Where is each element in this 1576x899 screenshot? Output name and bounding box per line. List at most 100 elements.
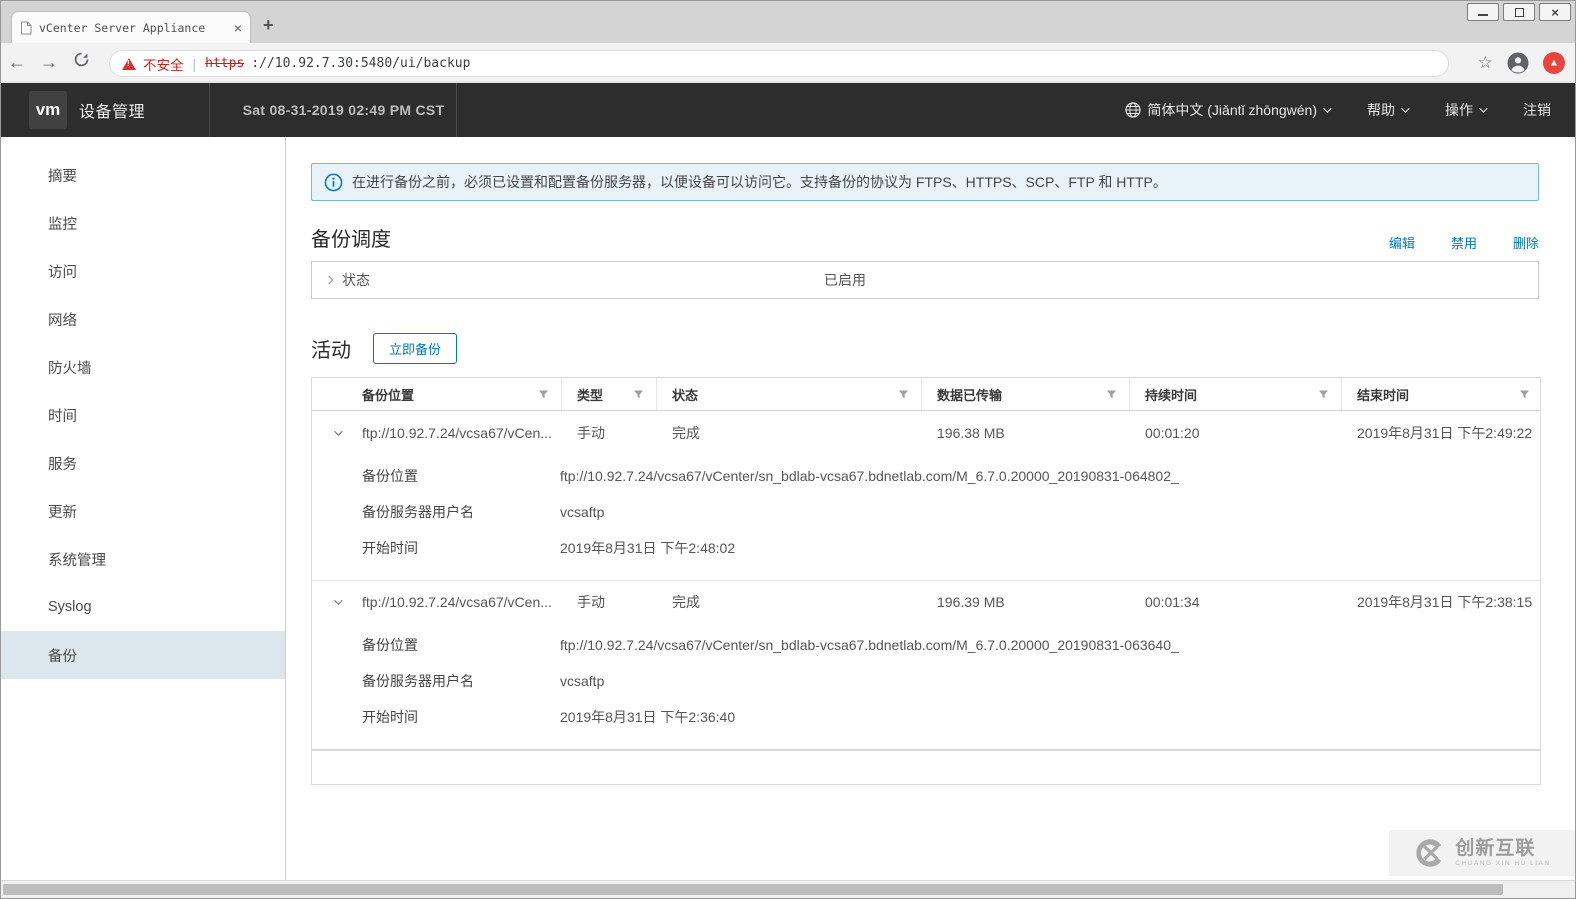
tab-close-icon[interactable]: × [234,21,242,35]
chevron-down-icon [1401,104,1410,113]
filter-icon[interactable] [1106,389,1117,400]
row-details: 备份位置 ftp://10.92.7.24/vcsa67/vCenter/sn_… [312,623,1540,749]
window-maximize-button[interactable] [1503,3,1535,21]
filter-icon[interactable] [898,389,909,400]
sidebar-item-label: 监控 [48,216,77,233]
chip-separator: | [192,55,197,72]
reload-icon[interactable] [65,51,97,73]
vmware-logo: vm [29,91,67,129]
sidebar-item-label: 访问 [48,264,77,281]
security-warning-icon[interactable] [122,57,136,70]
info-banner: 在进行备份之前，必须已设置和配置备份服务器，以便设备可以访问它。支持备份的协议为… [311,163,1539,201]
detail-value-location: ftp://10.92.7.24/vcsa67/vCenter/sn_bdlab… [560,468,1179,484]
bookmark-star-icon[interactable]: ☆ [1478,53,1493,73]
globe-icon [1125,102,1141,118]
sidebar-item-label: 更新 [48,504,77,521]
sidebar: 摘要 监控 访问 网络 防火墙 时间 服务 更新 系统管理 Syslog 备份 [1,137,286,884]
browser-toolbar: ← → 不安全 | https ://10.92.7.30:5480/ui/ba… [1,43,1575,83]
extension-icon[interactable]: ▲ [1543,52,1565,74]
sidebar-item-administration[interactable]: 系统管理 [1,535,285,583]
schedule-status-row[interactable]: 状态 已启用 [311,261,1539,299]
window-minimize-button[interactable] [1467,3,1499,21]
help-label: 帮助 [1367,102,1395,118]
horizontal-scrollbar[interactable] [1,880,1575,898]
column-header-location[interactable]: 备份位置 [347,378,562,410]
back-icon[interactable]: ← [1,52,33,73]
cell-status: 完成 [672,424,700,441]
cell-location: ftp://10.92.7.24/vcsa67/vCen... [362,424,552,441]
chevron-right-icon[interactable] [324,275,334,285]
sidebar-item-time[interactable]: 时间 [1,391,285,439]
sidebar-item-update[interactable]: 更新 [1,487,285,535]
status-label: 状态 [342,272,370,288]
info-icon [324,173,343,192]
filter-icon[interactable] [538,389,549,400]
sidebar-item-syslog[interactable]: Syslog [1,583,285,631]
column-header-status[interactable]: 状态 [657,378,922,410]
detail-value-location: ftp://10.92.7.24/vcsa67/vCenter/sn_bdlab… [560,637,1179,653]
sidebar-item-networking[interactable]: 网络 [1,295,285,343]
app-header: vm 设备管理 Sat 08-31-2019 02:49 PM CST 简体中文… [1,83,1575,137]
watermark: 创新互联 CHUANG XIN HU LIAN [1389,830,1575,876]
cell-transferred: 196.38 MB [937,424,1005,441]
detail-label-username: 备份服务器用户名 [362,504,474,520]
table-footer-row [312,751,1540,784]
sidebar-item-services[interactable]: 服务 [1,439,285,487]
column-header-type[interactable]: 类型 [562,378,657,410]
logout-button[interactable]: 注销 [1523,100,1551,120]
language-menu[interactable]: 简体中文 (Jiǎntǐ zhōngwén) [1125,100,1332,120]
detail-value-starttime: 2019年8月31日 下午2:48:02 [560,540,736,556]
cell-transferred: 196.39 MB [937,594,1005,610]
sidebar-item-backup[interactable]: 备份 [1,631,285,679]
help-menu[interactable]: 帮助 [1367,100,1410,120]
browser-tab[interactable]: vCenter Server Appliance × [11,11,251,43]
column-header-duration[interactable]: 持续时间 [1130,378,1342,410]
expander-column-header [312,378,347,410]
window-close-button[interactable]: × [1539,3,1571,21]
table-row[interactable]: ftp://10.92.7.24/vcsa67/vCen... 手动 完成 19… [312,411,1540,454]
header-divider [456,83,457,137]
row-expander-icon[interactable] [334,599,343,605]
actions-label: 操作 [1445,102,1473,118]
profile-avatar-icon[interactable] [1507,52,1529,74]
edit-link[interactable]: 编辑 [1389,233,1415,252]
cell-status: 完成 [672,594,700,610]
info-banner-text: 在进行备份之前，必须已设置和配置备份服务器，以便设备可以访问它。支持备份的协议为… [352,174,1167,190]
url-scheme: https [205,56,245,71]
column-header-transferred[interactable]: 数据已传输 [922,378,1130,410]
scrollbar-thumb[interactable] [3,884,1503,895]
filter-icon[interactable] [1519,389,1530,400]
row-details: 备份位置 ftp://10.92.7.24/vcsa67/vCenter/sn_… [312,454,1540,580]
cell-type: 手动 [577,424,605,441]
disable-link[interactable]: 禁用 [1451,233,1477,252]
column-header-endtime[interactable]: 结束时间 [1342,378,1542,410]
filter-icon[interactable] [633,389,644,400]
sidebar-item-summary[interactable]: 摘要 [1,151,285,199]
detail-value-username: vcsaftp [560,673,605,689]
sidebar-item-label: 备份 [48,648,77,665]
sidebar-item-label: 防火墙 [48,360,92,377]
sidebar-item-label: 摘要 [48,168,77,185]
delete-link[interactable]: 删除 [1513,233,1539,252]
detail-label-location: 备份位置 [362,637,418,653]
sidebar-item-label: 系统管理 [48,552,106,569]
sidebar-item-access[interactable]: 访问 [1,247,285,295]
cell-duration: 00:01:20 [1145,424,1200,441]
detail-label-username: 备份服务器用户名 [362,673,474,689]
sidebar-item-firewall[interactable]: 防火墙 [1,343,285,391]
activity-section-title: 活动 [311,340,351,362]
address-bar[interactable]: 不安全 | https ://10.92.7.30:5480/ui/backup [109,50,1449,77]
row-expander-icon[interactable] [334,429,343,436]
browser-window: vCenter Server Appliance × + × ← → 不安全 |… [0,0,1576,899]
actions-menu[interactable]: 操作 [1445,100,1488,120]
language-label: 简体中文 (Jiǎntǐ zhōngwén) [1147,102,1317,118]
table-row[interactable]: ftp://10.92.7.24/vcsa67/vCen... 手动 完成 19… [312,580,1540,623]
forward-icon[interactable]: → [33,52,65,73]
activity-table: 备份位置 类型 状态 数据已传输 持续时间 结束时间 ftp://10.92.7… [311,377,1541,785]
cell-endtime: 2019年8月31日 下午2:38:15 [1357,594,1533,610]
backup-now-button[interactable]: 立即备份 [373,333,458,364]
sidebar-item-monitor[interactable]: 监控 [1,199,285,247]
filter-icon[interactable] [1318,389,1329,400]
new-tab-button[interactable]: + [263,15,274,36]
app-title: 设备管理 [79,104,146,121]
